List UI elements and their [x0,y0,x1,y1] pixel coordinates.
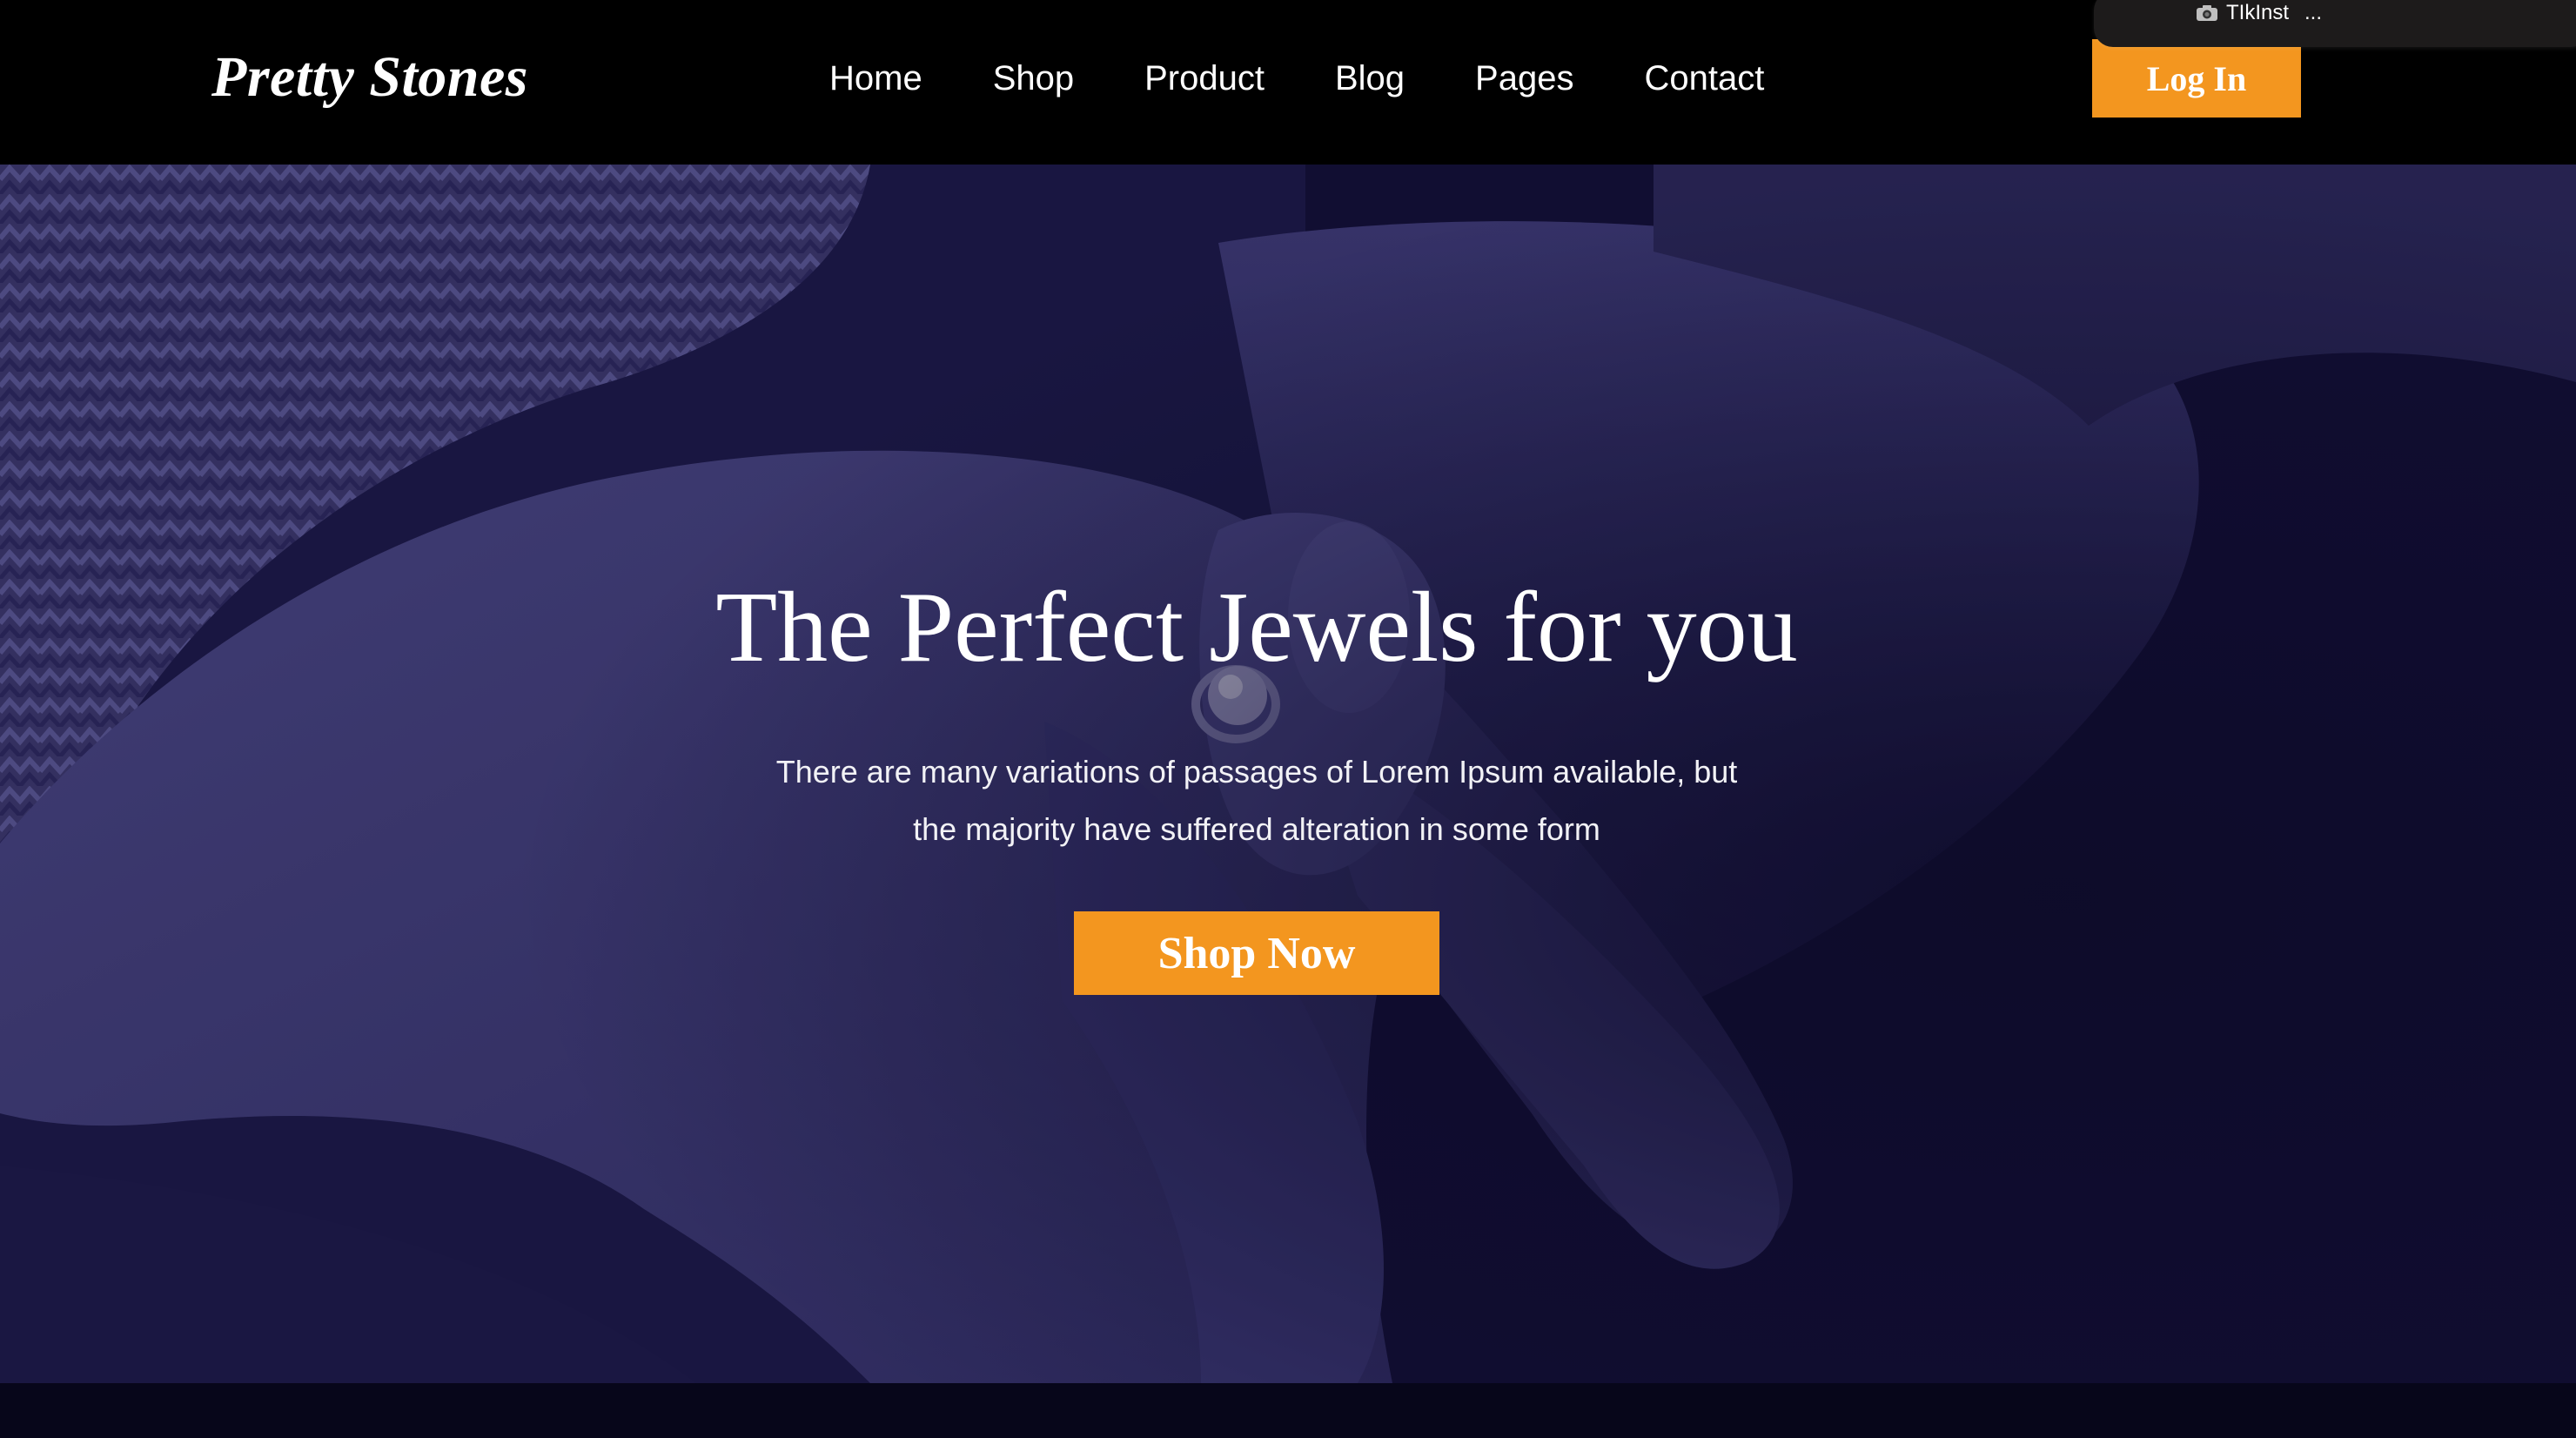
screen-recorder-pill[interactable] [2094,0,2576,47]
shop-now-button[interactable]: Shop Now [1074,911,1439,995]
recorder-controls: TIkInst ... [2195,0,2322,26]
recorder-label: TIkInst [2226,1,2290,24]
login-button[interactable]: Log In [2092,39,2301,118]
hero-title: The Perfect Jewels for you [715,572,1798,683]
camera-icon[interactable] [2195,4,2219,22]
nav-product[interactable]: Product [1144,59,1265,98]
nav-contact[interactable]: Contact [1644,59,1764,98]
nav-shop[interactable]: Shop [993,59,1074,98]
next-section-edge [0,1383,2576,1438]
hero-description: There are many variations of passages of… [696,743,1817,858]
nav-blog[interactable]: Blog [1335,59,1405,98]
site-logo[interactable]: Pretty Stones [211,38,528,117]
hero-text-line-2: the majority have suffered alteration in… [913,811,1600,847]
hero-section: The Perfect Jewels for you There are man… [0,165,2576,1383]
nav-pages[interactable]: Pages [1475,59,1573,98]
nav-home[interactable]: Home [829,59,922,98]
main-nav: Home Shop Product Blog Pages Contact [829,52,1764,104]
more-options-icon[interactable]: ... [2304,1,2322,25]
hero-text-line-1: There are many variations of passages of… [775,754,1738,790]
